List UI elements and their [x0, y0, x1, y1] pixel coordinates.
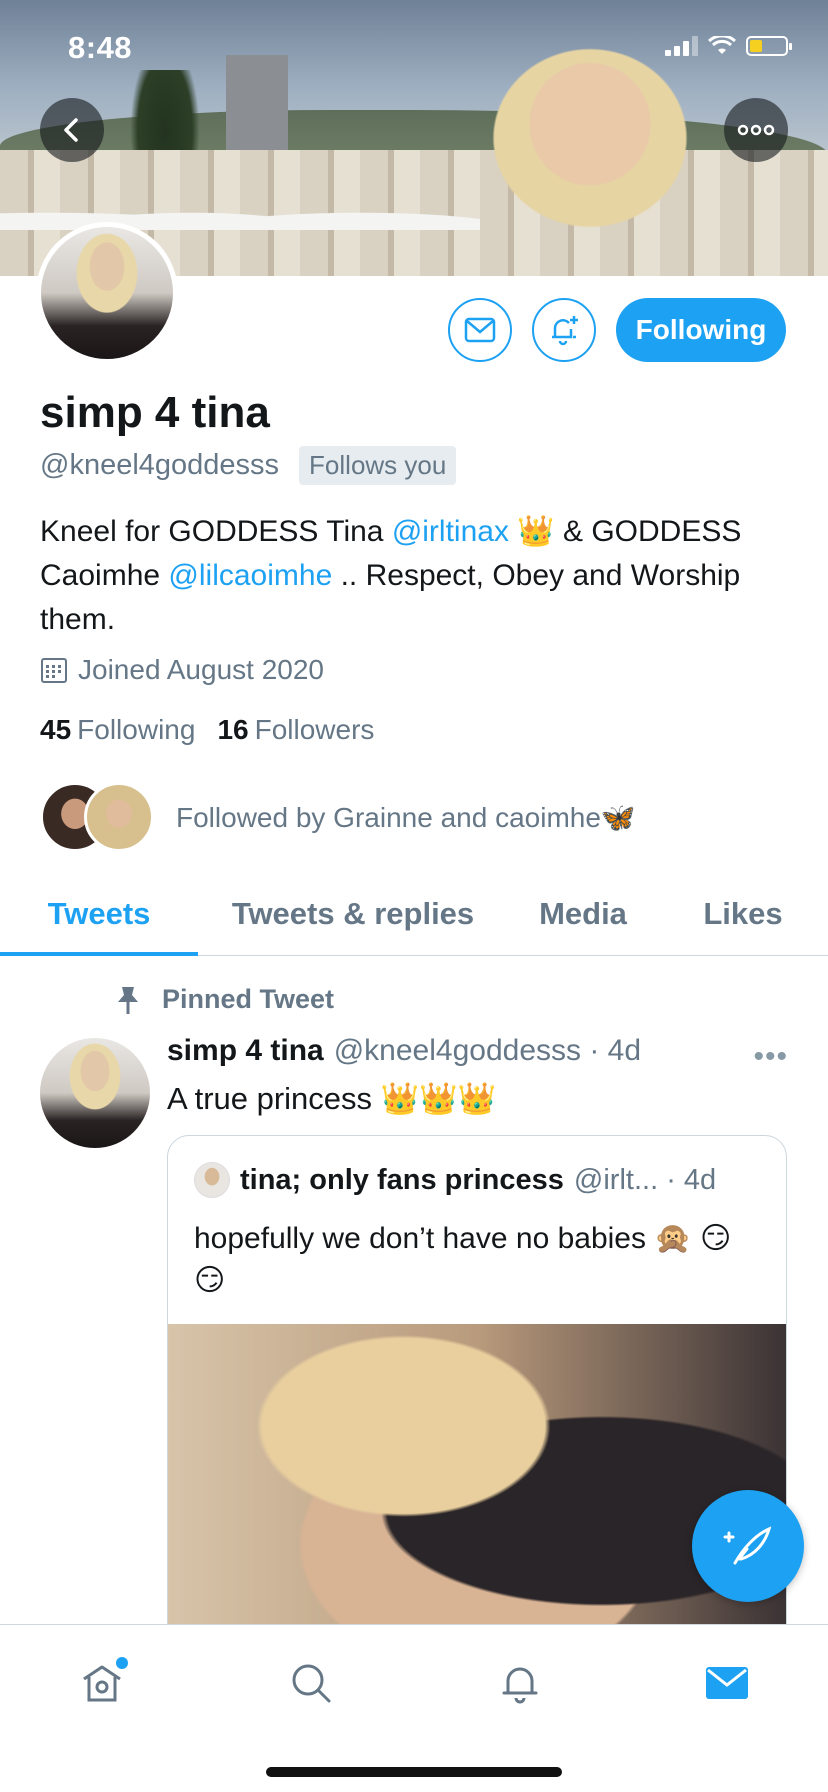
tweet-more-button[interactable]: •••	[753, 1040, 788, 1074]
quoted-tweet-text: hopefully we don’t have no babies 🙊 😏😏	[194, 1222, 732, 1297]
tweet-avatar[interactable]	[40, 1038, 150, 1148]
search-icon	[292, 1664, 331, 1703]
compose-feather-icon	[723, 1526, 772, 1565]
back-arrow-icon	[64, 118, 78, 142]
banner-umbrellas	[0, 190, 480, 230]
followed-by[interactable]: Followed by Grainne and caoimhe🦋	[40, 782, 636, 852]
tab-likes[interactable]: Likes	[658, 872, 828, 955]
followers-label: Followers	[254, 714, 375, 745]
more-options-button[interactable]	[724, 98, 788, 162]
profile-display-name: simp 4 tina	[40, 388, 270, 437]
following-count: 45	[40, 714, 72, 745]
tweet-text: A true princess 👑👑👑	[167, 1081, 497, 1116]
wifi-icon	[708, 36, 736, 54]
tweet-handle-time: @kneel4goddesss · 4d	[333, 1034, 642, 1067]
joined-date: Joined August 2020	[40, 654, 324, 686]
follower-avatar	[84, 782, 154, 852]
signal-icon	[665, 36, 698, 56]
quoted-author-name: tina; only fans princess	[240, 1163, 564, 1196]
following-label: Following	[77, 714, 196, 745]
status-icons	[665, 36, 792, 56]
pinned-tweet-label: Pinned Tweet	[162, 984, 335, 1014]
notify-button[interactable]	[532, 298, 596, 362]
quoted-tweet[interactable]: tina; only fans princess @irlt... · 4d h…	[167, 1135, 787, 1655]
tweet-author-name[interactable]: simp 4 tina	[167, 1034, 324, 1068]
compose-tweet-button[interactable]	[692, 1490, 804, 1602]
tab-tweets-and-replies[interactable]: Tweets & replies	[198, 872, 508, 955]
followers-count: 16	[217, 714, 249, 745]
joined-text: Joined August 2020	[78, 654, 324, 685]
quoted-tweet-header: tina; only fans princess @irlt... · 4d	[194, 1162, 716, 1198]
followers-stat[interactable]: 16 Followers	[217, 714, 374, 746]
follow-stats: 45 Following 16 Followers	[40, 714, 374, 746]
messages-icon	[706, 1667, 748, 1699]
follows-you-badge: Follows you	[299, 446, 457, 485]
profile-tabs: Tweets Tweets & replies Media Likes	[0, 872, 828, 956]
calendar-icon	[41, 658, 67, 683]
home-indicator	[266, 1767, 562, 1777]
following-button[interactable]: Following	[616, 298, 786, 362]
profile-handle: @kneel4goddesss	[40, 449, 280, 481]
pin-icon	[118, 986, 138, 1014]
status-time: 8:48	[68, 30, 133, 65]
more-icon	[737, 124, 775, 136]
tweet-header: simp 4 tina @kneel4goddesss · 4d	[167, 1034, 787, 1068]
nav-home[interactable]	[72, 1653, 132, 1713]
handle-row: @kneel4goddesss Follows you	[40, 446, 457, 485]
notifications-icon	[502, 1667, 538, 1704]
nav-notifications[interactable]	[490, 1653, 550, 1713]
mail-icon	[464, 317, 496, 343]
pinned-label-row: Pinned Tweet	[114, 984, 334, 1015]
profile-bio: Kneel for GODDESS Tina @irltinax 👑 & GOD…	[40, 510, 800, 642]
tab-tweets[interactable]: Tweets	[0, 872, 198, 956]
bio-text: Kneel for GODDESS Tina	[40, 515, 392, 548]
tab-media[interactable]: Media	[508, 872, 658, 955]
quoted-media[interactable]	[168, 1324, 786, 1654]
message-button[interactable]	[448, 298, 512, 362]
battery-icon	[746, 36, 792, 56]
nav-messages[interactable]	[697, 1653, 757, 1713]
home-unread-dot	[116, 1657, 128, 1669]
nav-search[interactable]	[281, 1653, 341, 1713]
followed-by-text: Followed by Grainne and caoimhe🦋	[176, 801, 636, 833]
quoted-avatar	[194, 1162, 230, 1198]
bell-plus-icon	[552, 316, 578, 346]
back-button[interactable]	[40, 98, 104, 162]
bio-mention-irltinax[interactable]: @irltinax	[392, 515, 509, 548]
quoted-handle-time: @irlt... · 4d	[573, 1163, 717, 1196]
bottom-navigation	[0, 1624, 828, 1792]
following-stat[interactable]: 45 Following	[40, 714, 195, 746]
bio-mention-lilcaoimhe[interactable]: @lilcaoimhe	[168, 559, 332, 592]
profile-avatar[interactable]	[36, 222, 178, 364]
